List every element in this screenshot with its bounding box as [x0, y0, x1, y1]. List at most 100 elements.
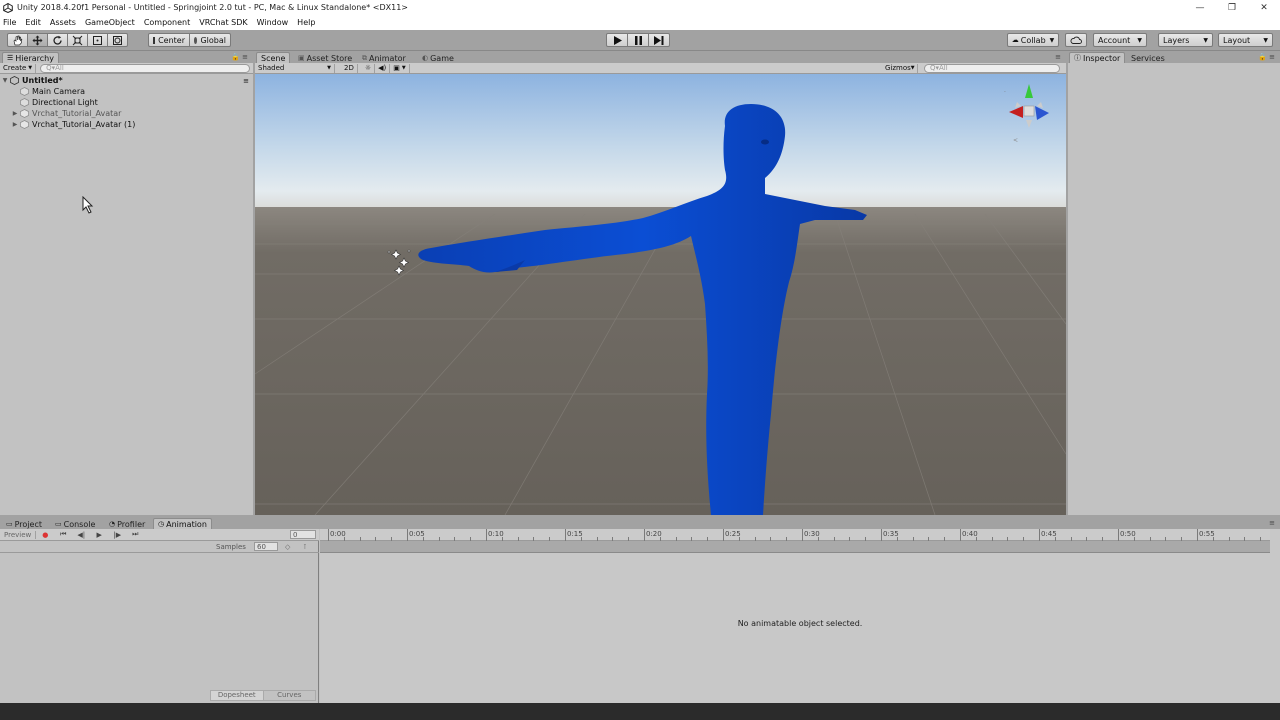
- dopesheet-area[interactable]: 0:00 0:05 0:10 0:15 0:20 0:25 0:30 0:35 0:40 0:45…: [320, 529, 1280, 703]
- scene-menu-icon[interactable]: ≡: [243, 77, 249, 85]
- toggle-2d-button[interactable]: 2D: [341, 63, 358, 73]
- neg-y-axis-cone-icon[interactable]: [1026, 120, 1032, 128]
- tree-item-directional-light[interactable]: Directional Light: [0, 97, 253, 108]
- samples-input[interactable]: 60: [254, 542, 278, 551]
- previous-keyframe-button[interactable]: ◀|: [72, 531, 90, 539]
- maximize-button[interactable]: ❐: [1216, 0, 1248, 15]
- clock-icon: ◷: [158, 520, 165, 528]
- menu-window[interactable]: Window: [257, 18, 289, 27]
- scene-toolbar: Shaded ▼ 2D ☼ ◀) ▣ ▼ Gizmos ▼ Q▾All: [255, 63, 1066, 74]
- menu-vrchat-sdk[interactable]: VRChat SDK: [199, 18, 247, 27]
- create-dropdown[interactable]: Create ▼: [0, 63, 37, 73]
- pause-button[interactable]: [627, 33, 649, 47]
- orientation-gizmo[interactable]: · <: [1001, 80, 1057, 146]
- menu-component[interactable]: Component: [144, 18, 190, 27]
- effects-dropdown[interactable]: ▣ ▼: [390, 63, 410, 73]
- transform-tool-button[interactable]: [107, 33, 128, 47]
- scale-tool-button[interactable]: [67, 33, 88, 47]
- tab-scene[interactable]: Scene: [256, 52, 291, 63]
- hierarchy-toolbar: Create ▼ Q▾All: [0, 63, 253, 74]
- y-axis-cone-icon[interactable]: [1025, 84, 1033, 98]
- step-button[interactable]: [648, 33, 670, 47]
- tab-inspector[interactable]: ⓘ Inspector: [1069, 52, 1126, 63]
- hand-tool-button[interactable]: [7, 33, 28, 47]
- chevron-down-icon: ▼: [910, 65, 915, 71]
- audio-toggle[interactable]: ◀): [375, 63, 391, 73]
- menu-file[interactable]: File: [3, 18, 16, 27]
- tab-services[interactable]: Services: [1126, 52, 1170, 63]
- first-keyframe-button[interactable]: ⏮: [54, 530, 72, 539]
- hierarchy-search-input[interactable]: Q▾All: [40, 63, 251, 73]
- close-button[interactable]: ✕: [1248, 0, 1280, 15]
- curves-tab[interactable]: Curves: [263, 690, 316, 701]
- frame-input[interactable]: 0: [290, 530, 316, 539]
- play-animation-button[interactable]: ▶: [90, 531, 108, 539]
- neg-z-axis-cone-icon[interactable]: [1015, 102, 1021, 108]
- panel-menu-icon[interactable]: ≡: [1055, 53, 1063, 61]
- animation-property-pane: Preview ● ⏮ ◀| ▶ |▶ ⏭ 0 Samples 60 ◇ ⊺ D…: [0, 529, 319, 703]
- chevron-down-icon: ▼: [327, 65, 331, 71]
- account-dropdown[interactable]: Account ▼: [1093, 33, 1147, 47]
- add-event-icon[interactable]: ⊺: [303, 543, 307, 551]
- tree-item-avatar-1[interactable]: ▶ Vrchat_Tutorial_Avatar (1): [0, 119, 253, 130]
- tab-animator[interactable]: ⧉ Animator: [357, 52, 411, 63]
- menu-gameobject[interactable]: GameObject: [85, 18, 135, 27]
- collapse-arrow-icon[interactable]: ▶: [10, 121, 20, 128]
- record-button[interactable]: ●: [36, 531, 54, 539]
- tab-project[interactable]: ▭ Project: [1, 518, 47, 529]
- projection-mode-icon: <: [1013, 137, 1018, 144]
- panel-menu-icon[interactable]: 🔒≡: [1258, 53, 1277, 61]
- rect-tool-button[interactable]: [87, 33, 108, 47]
- image-icon: ▣: [393, 64, 400, 72]
- tree-item-avatar[interactable]: ▶ Vrchat_Tutorial_Avatar: [0, 108, 253, 119]
- panel-menu-icon[interactable]: 🔒≡: [231, 53, 250, 61]
- z-axis-cone-icon[interactable]: [1035, 106, 1049, 120]
- menu-edit[interactable]: Edit: [25, 18, 41, 27]
- globe-icon: [194, 36, 198, 44]
- preview-toggle[interactable]: Preview: [0, 530, 37, 539]
- expand-arrow-icon[interactable]: ▼: [0, 77, 10, 84]
- scene-viewport[interactable]: · <: [255, 74, 1066, 515]
- play-button[interactable]: [606, 33, 628, 47]
- layout-dropdown[interactable]: Layout ▼: [1218, 33, 1273, 47]
- menu-assets[interactable]: Assets: [50, 18, 76, 27]
- gizmos-dropdown[interactable]: Gizmos ▼: [882, 63, 918, 73]
- menu-help[interactable]: Help: [297, 18, 315, 27]
- tab-console[interactable]: ▭ Console: [50, 518, 100, 529]
- tab-asset-store[interactable]: ▣ Asset Store: [293, 52, 357, 63]
- lighting-toggle[interactable]: ☼: [362, 63, 376, 73]
- tab-profiler[interactable]: ◔ Profiler: [104, 518, 150, 529]
- cloud-services-button[interactable]: [1065, 33, 1087, 47]
- shading-mode-dropdown[interactable]: Shaded ▼: [255, 63, 335, 73]
- prefab-icon: [20, 120, 29, 129]
- tab-project-label: Project: [14, 519, 42, 529]
- timeline-scrollbar[interactable]: [320, 541, 1270, 553]
- collab-dropdown[interactable]: ☁ Collab ▼: [1007, 33, 1059, 47]
- scene-root-row[interactable]: ▼ Untitled* ≡: [0, 75, 253, 86]
- scene-panel: Scene ▣ Asset Store ⧉ Animator ◐ Game ≡ …: [255, 51, 1066, 515]
- layers-dropdown[interactable]: Layers ▼: [1158, 33, 1213, 47]
- scene-search-input[interactable]: Q▾All: [924, 63, 1060, 73]
- minimize-button[interactable]: —: [1184, 0, 1216, 15]
- panel-menu-icon[interactable]: ≡: [1269, 519, 1277, 527]
- collapse-arrow-icon[interactable]: ▶: [10, 110, 20, 117]
- tab-game[interactable]: ◐ Game: [417, 52, 459, 63]
- chevron-down-icon: ▼: [28, 65, 33, 71]
- next-keyframe-button[interactable]: |▶: [108, 531, 126, 539]
- time-ruler[interactable]: 0:00 0:05 0:10 0:15 0:20 0:25 0:30 0:35 0:40 0:45…: [320, 529, 1270, 541]
- center-pivot-icon: [153, 36, 156, 44]
- dopesheet-tab[interactable]: Dopesheet: [210, 690, 264, 701]
- gizmo-center-cube-icon[interactable]: [1023, 105, 1035, 117]
- tab-animation[interactable]: ◷ Animation: [153, 518, 212, 529]
- neg-x-axis-cone-icon[interactable]: [1037, 102, 1043, 108]
- tab-hierarchy[interactable]: ☰ Hierarchy: [2, 52, 59, 63]
- global-space-button[interactable]: Global: [189, 33, 231, 47]
- add-keyframe-icon[interactable]: ◇: [285, 543, 290, 551]
- tree-item-main-camera[interactable]: Main Camera: [0, 86, 253, 97]
- cloud-check-icon: ☁: [1011, 36, 1019, 44]
- pivot-center-button[interactable]: Center: [148, 33, 190, 47]
- move-tool-button[interactable]: [27, 33, 48, 47]
- x-axis-cone-icon[interactable]: [1009, 106, 1023, 118]
- rotate-tool-button[interactable]: [47, 33, 68, 47]
- last-keyframe-button[interactable]: ⏭: [126, 530, 144, 539]
